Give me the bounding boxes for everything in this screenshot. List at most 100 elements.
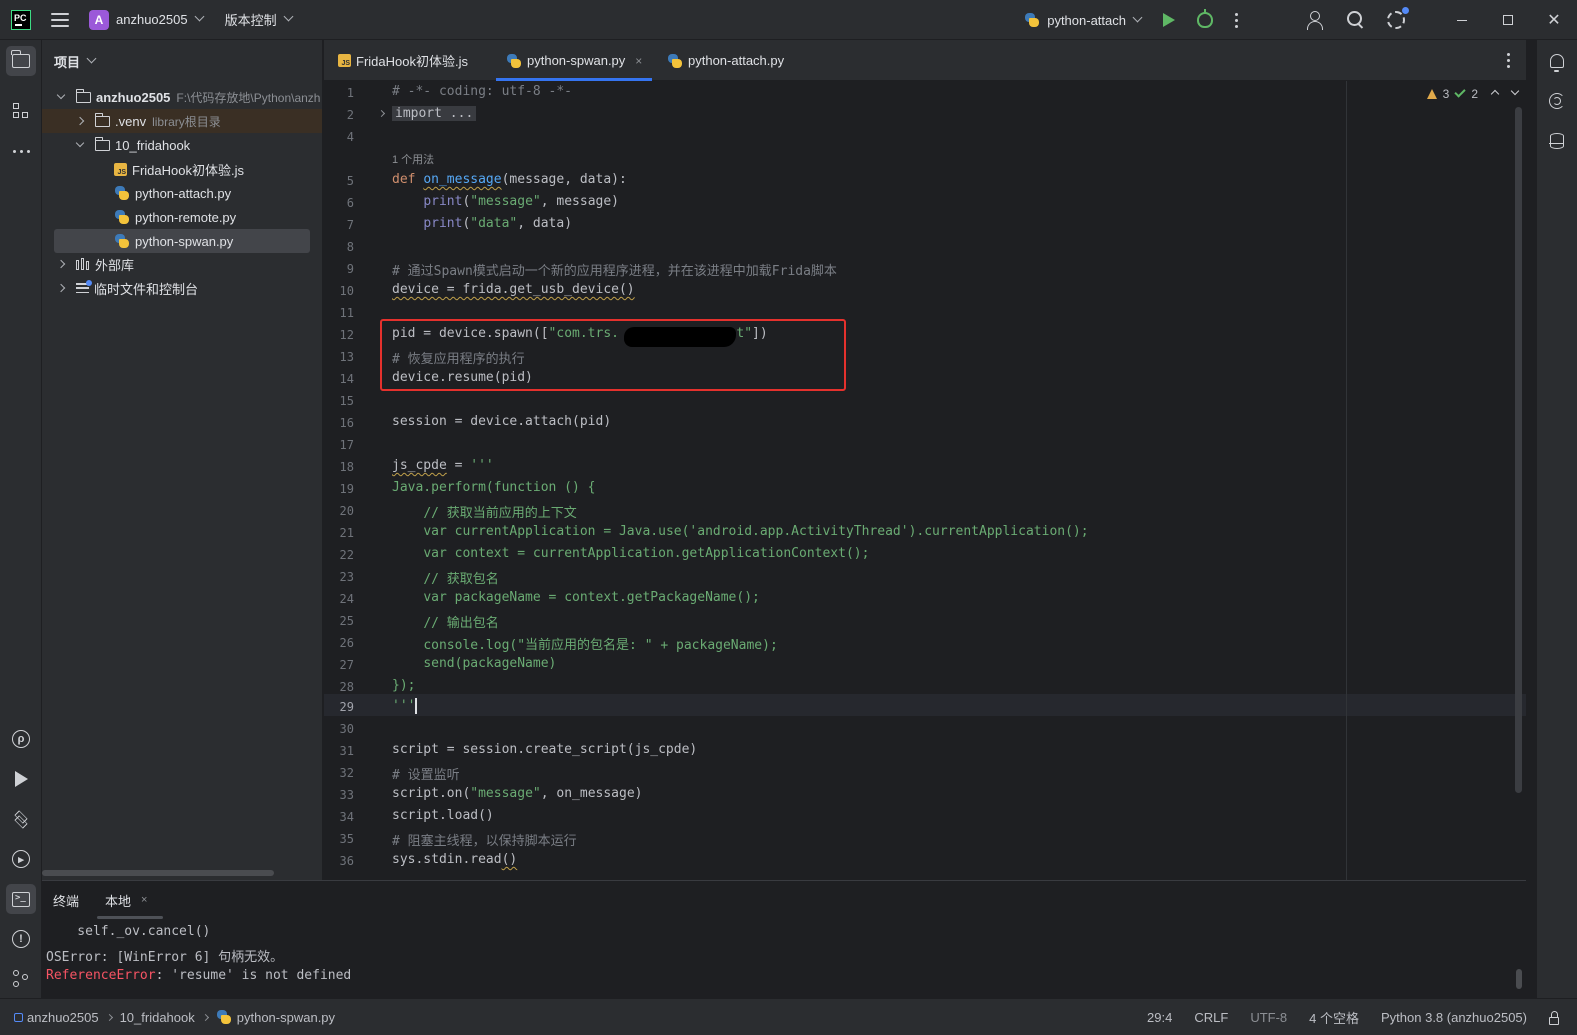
line-number: 9 bbox=[346, 262, 354, 276]
chevron-down-icon[interactable] bbox=[1510, 86, 1520, 96]
tree-item-venv[interactable]: .venv library根目录 bbox=[42, 109, 322, 133]
js-comment: // 输出包名 bbox=[423, 616, 499, 631]
code-comment: # 通过Spawn模式启动一个新的应用程序进程，并在该进程中加载Frida脚本 bbox=[392, 264, 837, 279]
notifications-button[interactable] bbox=[1542, 46, 1572, 76]
terminal-tab-label: 本地 bbox=[105, 893, 132, 909]
collapse-arrow-icon[interactable] bbox=[56, 259, 66, 269]
tab-close-icon[interactable]: × bbox=[635, 54, 642, 68]
database-button[interactable] bbox=[1542, 126, 1572, 156]
project-panel-title: 项目 bbox=[54, 54, 81, 70]
tree-item-10-fridahook[interactable]: 10_fridahook bbox=[42, 133, 322, 157]
add-user-icon[interactable] bbox=[1307, 11, 1325, 30]
tree-item-scratches[interactable]: 临时文件和控制台 bbox=[42, 276, 322, 300]
tab-python-spwan[interactable]: python-spwan.py × bbox=[496, 40, 653, 81]
breadcrumb-project[interactable]: anzhuo2505 bbox=[27, 1010, 99, 1025]
project-switcher[interactable]: anzhuo2505 bbox=[116, 12, 188, 27]
git-tool-button[interactable] bbox=[6, 964, 36, 994]
more-tools-button[interactable] bbox=[6, 136, 36, 166]
code-line-34: script.load() bbox=[392, 808, 494, 823]
minimize-button[interactable] bbox=[1439, 0, 1485, 40]
code-line-32: # 设置监听 bbox=[392, 764, 460, 783]
python-interpreter[interactable]: Python 3.8 (anzhuo2505) bbox=[1381, 1010, 1527, 1025]
tree-item-python-spwan[interactable]: python-spwan.py bbox=[54, 229, 310, 253]
terminal-scrollbar[interactable] bbox=[1516, 969, 1522, 989]
fold-expand-icon[interactable] bbox=[377, 109, 386, 118]
tree-item-fridahook-js[interactable]: JS FridaHook初体验.js bbox=[42, 157, 322, 181]
project-badge[interactable]: A bbox=[89, 9, 109, 30]
python-file-icon bbox=[216, 1009, 232, 1025]
code-line-9: # 通过Spawn模式启动一个新的应用程序进程，并在该进程中加载Frida脚本 bbox=[392, 260, 837, 279]
terminal-title[interactable]: 终端 bbox=[53, 881, 79, 919]
line-separator[interactable]: CRLF bbox=[1194, 1010, 1228, 1025]
tree-item-root[interactable]: anzhuo2505 F:\代码存放地\Python\anzh bbox=[42, 85, 322, 109]
title-bar: PC A anzhuo2505 版本控制 python-attach ✕ bbox=[0, 0, 1577, 40]
line-number: 18 bbox=[339, 460, 354, 474]
problems-icon: ! bbox=[12, 930, 30, 948]
more-actions-icon[interactable] bbox=[1235, 12, 1239, 28]
line-number: 31 bbox=[339, 744, 354, 758]
project-tool-button[interactable] bbox=[6, 46, 36, 76]
line-number: 23 bbox=[339, 570, 354, 584]
check-icon bbox=[1454, 86, 1466, 98]
settings-gear-icon[interactable] bbox=[1387, 7, 1409, 29]
collapse-arrow-icon[interactable] bbox=[75, 116, 85, 126]
code-line-23: // 获取包名 bbox=[392, 568, 498, 587]
error-name: ReferenceError bbox=[46, 968, 156, 983]
chevron-up-icon[interactable] bbox=[1490, 89, 1500, 99]
indent-setting[interactable]: 4 个空格 bbox=[1309, 1008, 1359, 1027]
run-icon[interactable] bbox=[1163, 13, 1175, 27]
more-icon bbox=[12, 149, 30, 153]
breadcrumb-folder[interactable]: 10_fridahook bbox=[120, 1010, 195, 1025]
code-line-18: js_cpde = ''' bbox=[392, 458, 494, 473]
maximize-button[interactable] bbox=[1485, 0, 1531, 40]
python-console-button[interactable]: ρ bbox=[6, 724, 36, 754]
breadcrumb-file[interactable]: python-spwan.py bbox=[237, 1010, 335, 1025]
tab-fridahook-js[interactable]: JS FridaHook初体验.js bbox=[328, 40, 478, 81]
usage-hint-line: 1 个用法 bbox=[392, 151, 434, 167]
file-encoding[interactable]: UTF-8 bbox=[1250, 1010, 1287, 1025]
debug-icon[interactable] bbox=[1197, 9, 1213, 28]
ai-assistant-button[interactable] bbox=[1542, 86, 1572, 116]
tree-item-external-libs[interactable]: 外部库 bbox=[42, 252, 322, 276]
close-window-button[interactable]: ✕ bbox=[1531, 0, 1577, 40]
line-number: 2 bbox=[346, 108, 354, 122]
inspection-widget[interactable]: 3 2 bbox=[1426, 86, 1520, 101]
line-number: 32 bbox=[339, 766, 354, 780]
terminal-tab-local[interactable]: 本地 × bbox=[96, 881, 165, 919]
terminal-tool-button[interactable]: >_ bbox=[6, 884, 36, 914]
expand-arrow-icon[interactable] bbox=[56, 90, 66, 100]
tabs-more-icon[interactable] bbox=[1507, 53, 1510, 68]
services-tool-button[interactable]: ▸ bbox=[6, 844, 36, 874]
horizontal-scrollbar[interactable] bbox=[42, 870, 274, 876]
code-line-31: script = session.create_script(js_cpde) bbox=[392, 742, 698, 757]
run-tool-button[interactable] bbox=[6, 764, 36, 794]
vertical-scrollbar[interactable] bbox=[1515, 107, 1522, 793]
tree-item-python-remote[interactable]: python-remote.py bbox=[42, 205, 322, 229]
usage-hint[interactable]: 1 个用法 bbox=[392, 154, 434, 166]
project-panel-header[interactable]: 项目 bbox=[42, 40, 322, 82]
problems-tool-button[interactable]: ! bbox=[6, 924, 36, 954]
run-config-label: python-attach bbox=[1047, 12, 1126, 28]
line-number: 19 bbox=[339, 482, 354, 496]
code-editor[interactable]: 1 2 4 5 6 7 8 9 10 11 12 13 14 15 16 17 18 19 20 21 22 23 24 25… bbox=[324, 81, 1526, 880]
tree-item-python-attach[interactable]: python-attach.py bbox=[42, 181, 322, 205]
caret-position[interactable]: 29:4 bbox=[1147, 1010, 1172, 1025]
structure-tool-button[interactable] bbox=[6, 96, 36, 126]
run-config-selector[interactable]: python-attach bbox=[1024, 12, 1143, 28]
collapse-arrow-icon[interactable] bbox=[56, 283, 66, 293]
folded-imports[interactable]: import ... bbox=[392, 106, 477, 121]
search-icon[interactable] bbox=[1347, 11, 1365, 29]
module-icon bbox=[14, 1012, 23, 1022]
main-menu-icon[interactable] bbox=[51, 12, 69, 27]
layers-tool-button[interactable] bbox=[6, 804, 36, 834]
line-number: 17 bbox=[339, 438, 354, 452]
close-icon[interactable]: × bbox=[141, 894, 147, 906]
lock-icon[interactable] bbox=[1549, 1010, 1559, 1025]
vcs-menu[interactable]: 版本控制 bbox=[225, 10, 277, 29]
python-file-icon bbox=[506, 53, 522, 69]
line-number: 25 bbox=[339, 614, 354, 628]
tab-python-attach[interactable]: python-attach.py bbox=[657, 40, 794, 81]
expand-arrow-icon[interactable] bbox=[75, 138, 85, 148]
warning-count: 3 bbox=[1442, 87, 1450, 101]
code-line-6: print("message", message) bbox=[423, 194, 620, 209]
